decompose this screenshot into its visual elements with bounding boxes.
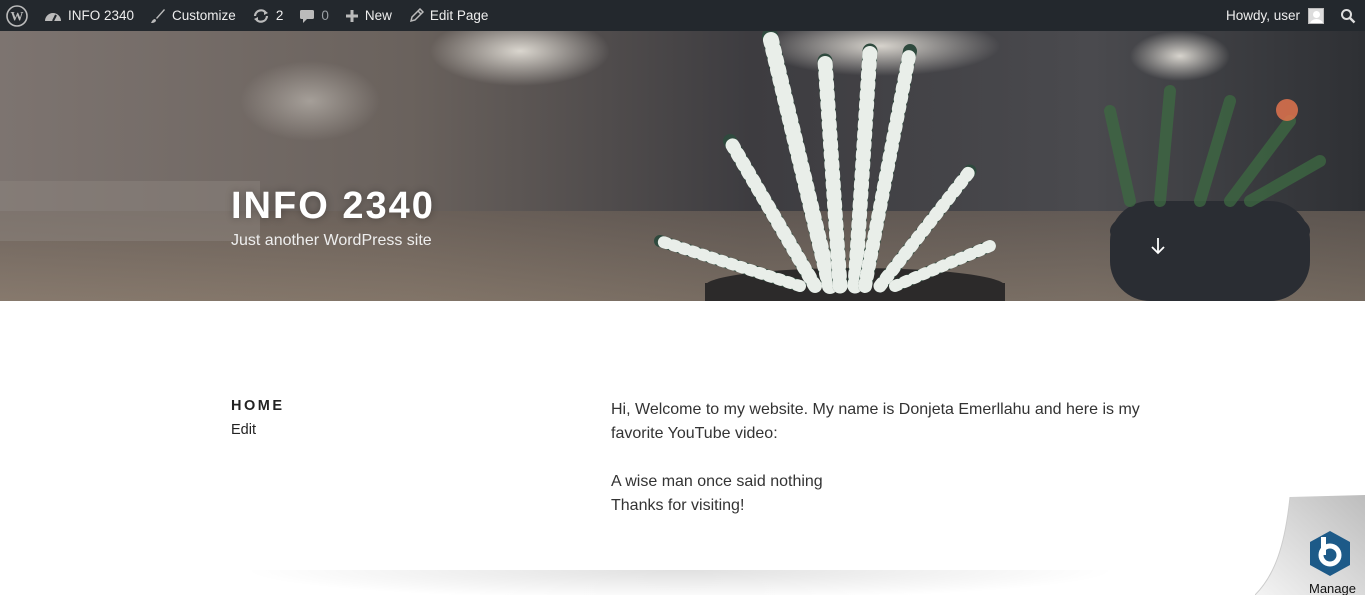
admin-bar: W INFO 2340 Customize 2 0 New Edit Page …	[0, 0, 1365, 31]
updates-count: 2	[275, 8, 284, 23]
site-header: INFO 2340 Just another WordPress site	[0, 31, 1365, 301]
edit-page-label: Edit Page	[429, 8, 489, 23]
edit-link[interactable]: Edit	[231, 422, 256, 438]
embed-shadow	[240, 570, 1120, 595]
site-name-menu[interactable]: INFO 2340	[36, 0, 142, 31]
site-title[interactable]: INFO 2340	[231, 185, 435, 228]
quote-line: A wise man once said nothing	[611, 473, 823, 490]
customize-label: Customize	[172, 8, 236, 23]
user-avatar	[1308, 7, 1324, 24]
paintbrush-icon	[151, 8, 166, 23]
comments-count: 0	[321, 8, 329, 23]
new-content-button[interactable]: New	[337, 0, 400, 31]
user-account-menu[interactable]: Howdy, user	[1218, 0, 1332, 31]
site-name-label: INFO 2340	[68, 8, 135, 23]
plus-icon	[345, 9, 358, 22]
page-title: HOME	[231, 398, 285, 414]
manage-label[interactable]: Manage	[1309, 581, 1356, 595]
wordpress-logo-menu[interactable]: W	[0, 0, 36, 31]
comment-bubble-icon	[300, 9, 315, 23]
edit-page-button[interactable]: Edit Page	[400, 0, 497, 31]
updates-refresh-icon	[253, 8, 268, 23]
site-tagline: Just another WordPress site	[231, 232, 432, 249]
scroll-down-button[interactable]	[1145, 233, 1171, 259]
howdy-greeting: Howdy, user	[1225, 8, 1300, 23]
welcome-paragraph: Hi, Welcome to my website. My name is Do…	[611, 401, 1140, 442]
customize-button[interactable]: Customize	[142, 0, 244, 31]
entry-content: Hi, Welcome to my website. My name is Do…	[611, 398, 1141, 518]
manage-page-curl[interactable]	[1255, 495, 1365, 595]
updates-button[interactable]: 2	[244, 0, 292, 31]
dashboard-gauge-icon	[45, 12, 61, 21]
thanks-line: Thanks for visiting!	[611, 497, 745, 514]
wordpress-logo-icon: W	[6, 4, 28, 27]
search-icon	[1341, 8, 1356, 23]
pencil-icon	[409, 7, 424, 22]
header-background-image	[0, 31, 1365, 301]
arrow-down-icon	[1151, 238, 1165, 255]
comments-button[interactable]: 0	[291, 0, 337, 31]
search-button[interactable]	[1332, 0, 1365, 31]
new-label: New	[364, 8, 392, 23]
svg-text:W: W	[11, 8, 24, 23]
